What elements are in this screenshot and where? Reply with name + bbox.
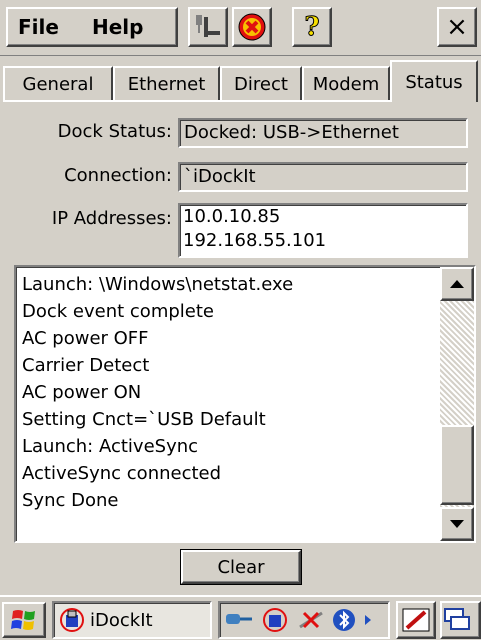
stop-toolbar-button[interactable] [232, 7, 272, 47]
tab-ethernet[interactable]: Ethernet [113, 66, 220, 100]
question-icon: ? [304, 12, 320, 43]
list-item: Dock event complete [22, 301, 214, 322]
event-log-list[interactable]: Launch: \Windows\netstat.exe Dock event … [14, 265, 476, 543]
stop-icon [238, 13, 266, 41]
connection-label: Connection: [64, 165, 172, 186]
close-icon: × [446, 12, 468, 42]
tab-modem[interactable]: Modem [302, 66, 390, 100]
dock-status-field: Docked: USB->Ethernet [178, 118, 468, 148]
tab-direct[interactable]: Direct [220, 66, 302, 100]
list-item: Carrier Detect [22, 355, 150, 376]
ip-addresses-label: IP Addresses: [51, 208, 172, 229]
list-item: AC power ON [22, 382, 142, 403]
bluetooth-icon[interactable] [332, 607, 358, 633]
tab-label: Ethernet [127, 73, 206, 95]
network-disconnected-icon[interactable] [296, 607, 326, 633]
close-button[interactable]: × [437, 7, 477, 47]
tab-status[interactable]: Status [390, 60, 478, 102]
tab-label: Status [405, 71, 463, 93]
desktop-switch-button[interactable] [440, 601, 481, 639]
input-panel-button[interactable] [396, 601, 436, 639]
windows-logo-icon [11, 610, 35, 630]
clear-button-label: Clear [217, 556, 265, 578]
sync-tray-icon[interactable] [224, 608, 254, 632]
log-items: Launch: \Windows\netstat.exe Dock event … [16, 271, 436, 514]
taskbar-app-idockit[interactable]: iDockIt [52, 601, 212, 639]
tab-label: Direct [234, 73, 288, 95]
file-menu[interactable]: File [18, 7, 59, 47]
connection-field: `iDockIt [178, 162, 468, 192]
taskbar-app-label: iDockIt [90, 609, 153, 631]
list-item: Sync Done [22, 490, 119, 511]
tab-label: Modem [312, 73, 380, 95]
arrow-up-icon [450, 280, 464, 288]
windows-cascade-icon [444, 608, 470, 630]
ip-addresses-field: 10.0.10.85 192.168.55.101 [178, 203, 468, 258]
scroll-up-button[interactable] [440, 267, 474, 301]
system-tray [218, 601, 390, 639]
help-menu[interactable]: Help [92, 7, 143, 47]
help-toolbar-button[interactable]: ? [292, 7, 332, 47]
list-item: AC power OFF [22, 328, 149, 349]
tab-panel-border [3, 100, 390, 102]
idockit-app-icon [60, 608, 84, 632]
arrow-down-icon [450, 520, 464, 528]
list-item: Launch: \Windows\netstat.exe [22, 274, 294, 295]
list-item: Setting Cnct=`USB Default [22, 409, 266, 430]
network-icon [196, 15, 220, 37]
tab-general[interactable]: General [3, 66, 113, 100]
start-button[interactable] [2, 602, 46, 638]
list-item: ActiveSync connected [22, 463, 222, 484]
scroll-down-button[interactable] [440, 507, 474, 541]
ip-address-1: 10.0.10.85 [183, 206, 281, 227]
list-item: Launch: ActiveSync [22, 436, 199, 457]
vertical-scrollbar[interactable] [440, 267, 474, 541]
pen-icon [402, 608, 430, 632]
menu-bar: File Help ? × [0, 0, 481, 56]
clear-button[interactable]: Clear [180, 549, 302, 585]
tab-label: General [22, 73, 94, 95]
tray-arrow-icon[interactable] [364, 614, 372, 626]
ip-address-2: 192.168.55.101 [183, 230, 327, 251]
dock-status-label: Dock Status: [57, 121, 172, 142]
idockit-tray-icon[interactable] [260, 607, 290, 633]
scroll-thumb[interactable] [440, 425, 474, 505]
taskbar: iDockIt [0, 595, 481, 640]
network-toolbar-button[interactable] [188, 7, 228, 47]
